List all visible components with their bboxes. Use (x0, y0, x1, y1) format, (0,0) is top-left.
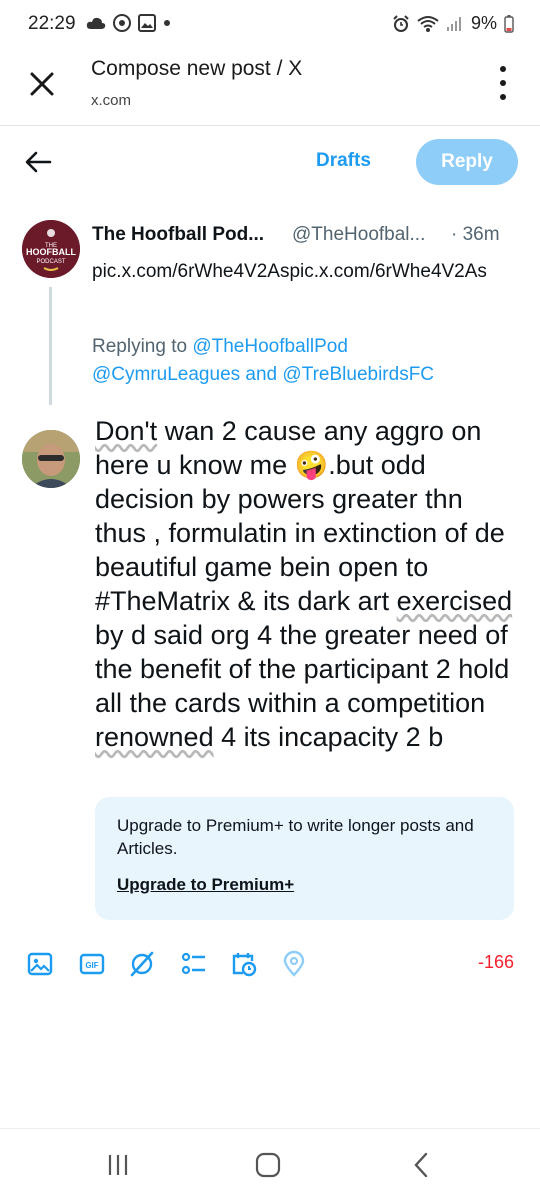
status-time: 22:29 (28, 13, 76, 34)
upgrade-premium-link[interactable]: Upgrade to Premium+ (117, 875, 294, 895)
poll-icon[interactable] (180, 950, 208, 978)
cloud-icon (86, 17, 106, 29)
reply-mention-and[interactable]: and (245, 364, 277, 385)
hoofball-logo: THE HOOFBALL PODCAST (22, 220, 80, 278)
original-post-handle[interactable]: @TheHoofbal... (292, 224, 425, 246)
reply-mention-trebluebirds[interactable]: @TreBluebirdsFC (282, 364, 434, 385)
chrome-icon (113, 14, 131, 32)
schedule-icon[interactable] (230, 950, 258, 978)
back-arrow-icon[interactable] (24, 148, 52, 176)
svg-text:GIF: GIF (85, 961, 98, 970)
kebab-dot (500, 94, 506, 100)
kebab-dot (500, 80, 506, 86)
status-bar: 22:29 9% (0, 0, 540, 48)
image-icon[interactable] (26, 950, 54, 978)
post-text-segment: by d said org 4 the greater need of the … (95, 620, 510, 718)
signal-icon (446, 16, 461, 31)
original-post-avatar[interactable]: THE HOOFBALL PODCAST (22, 220, 80, 278)
misspelled-word[interactable]: renowned (95, 722, 214, 752)
status-right: 9% (392, 13, 514, 34)
misspelled-word[interactable]: exercised (397, 586, 513, 616)
replying-prefix: Replying to (92, 336, 188, 357)
more-options-button[interactable] (496, 66, 510, 100)
logo-hoofball: HOOFBALL (26, 247, 76, 257)
alarm-icon (393, 14, 409, 32)
user-avatar[interactable] (22, 430, 80, 488)
browser-bar: Compose new post / X x.com (0, 48, 540, 126)
post-text[interactable]: Don't wan 2 cause any aggro on here u kn… (95, 414, 520, 754)
kebab-dot (500, 66, 506, 72)
original-post-time: · 36m (451, 224, 500, 245)
reply-mention-hoofballpod[interactable]: @TheHoofballPod (192, 336, 348, 357)
original-post-display-name[interactable]: The Hoofball Pod... (92, 224, 264, 246)
original-post-text: pic.x.com/6rWhe4V2Aspic.x.com/6rWhe4V2As (92, 261, 487, 282)
post-text-segment: 4 its incapacity 2 b (213, 722, 444, 752)
recent-apps-icon[interactable] (102, 1149, 134, 1181)
replying-to-line: Replying to @TheHoofballPod @CymruLeague… (92, 333, 522, 389)
back-nav-icon[interactable] (406, 1149, 438, 1181)
post-text-area[interactable]: Don't wan 2 cause any aggro on here u kn… (95, 414, 520, 802)
reply-mention-cymruleagues[interactable]: @CymruLeagues (92, 364, 240, 385)
gif-icon[interactable]: GIF (78, 950, 106, 978)
user-avatar-photo (22, 430, 80, 488)
drafts-button[interactable]: Drafts (316, 150, 371, 172)
image-icon (138, 14, 156, 32)
character-count: -166 (477, 952, 514, 972)
upgrade-premium-banner: Upgrade to Premium+ to write longer post… (95, 797, 514, 920)
wifi-icon (417, 15, 439, 32)
battery-icon (504, 14, 514, 33)
android-nav-bar (0, 1128, 540, 1200)
dot-icon (164, 20, 170, 26)
thread-line (49, 287, 52, 405)
reply-button[interactable]: Reply (416, 139, 518, 185)
home-icon[interactable] (252, 1149, 284, 1181)
status-left-icons (86, 14, 171, 32)
logo-podcast: PODCAST (36, 259, 65, 265)
upgrade-text: Upgrade to Premium+ to write longer post… (117, 816, 474, 858)
page-title: Compose new post / X (91, 57, 303, 80)
page-url: x.com (91, 92, 132, 109)
close-icon[interactable] (26, 68, 58, 100)
location-icon (283, 950, 305, 977)
misspelled-word[interactable]: Don't (95, 416, 157, 446)
grok-icon[interactable] (128, 950, 156, 978)
battery-percent: 9% (470, 13, 497, 33)
